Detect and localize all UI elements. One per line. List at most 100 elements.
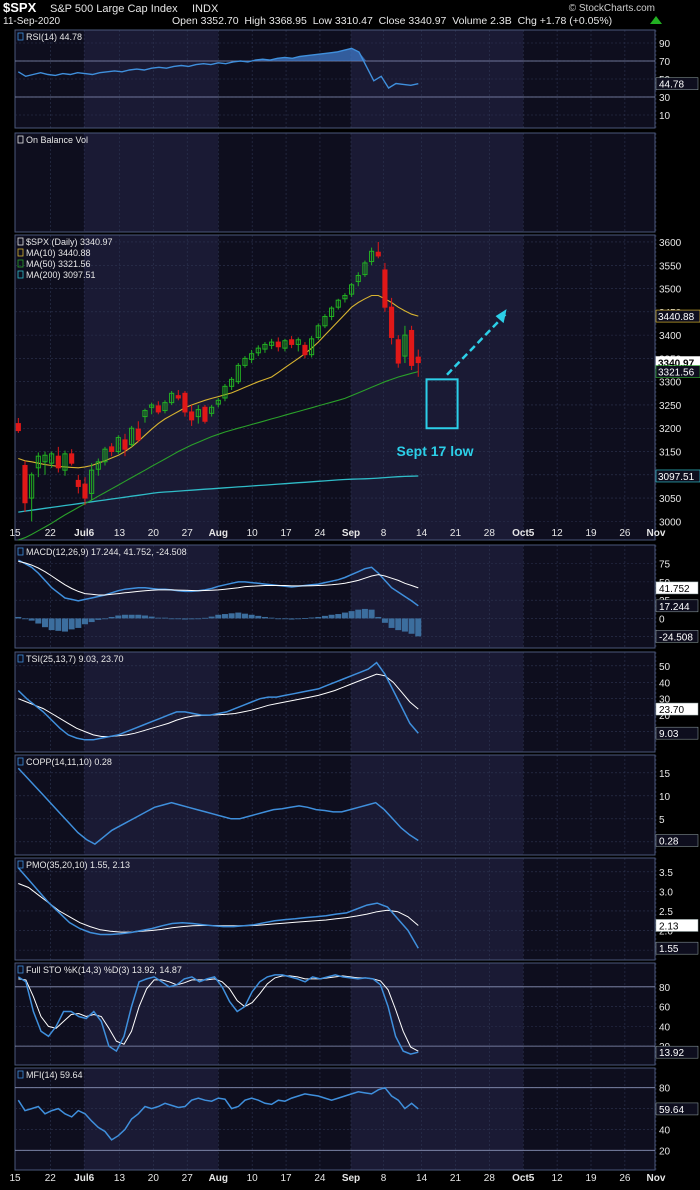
price-xtick-label: 22 [45, 528, 57, 539]
macd-histogram-bar [108, 616, 115, 619]
candle-body [289, 339, 295, 345]
price-right-label: 3321.56 [658, 368, 695, 379]
macd-histogram-bar [41, 618, 48, 628]
bottom-xtick-label: 17 [280, 1173, 292, 1184]
copp-ytick-label: 5 [659, 815, 665, 826]
macd-histogram-bar [281, 618, 288, 620]
sto-ytick-label: 80 [659, 983, 671, 994]
macd-histogram-bar [395, 618, 402, 631]
bottom-xtick-label: 8 [381, 1173, 387, 1184]
pmo-ytick-label: 3.0 [659, 887, 673, 898]
macd-histogram-bar [315, 616, 322, 619]
macd-histogram-bar [341, 612, 348, 619]
mfi-legend-entry: MFI(14) 59.64 [26, 1070, 83, 1080]
macd-histogram-bar [355, 609, 362, 619]
rsi-ytick-label: 30 [659, 93, 671, 104]
macd-histogram-bar [255, 615, 262, 619]
header-symbol[interactable]: $SPX [3, 0, 37, 15]
bottom-xtick-label: 13 [114, 1173, 126, 1184]
price-ytick-label: 3050 [659, 494, 682, 505]
price-xtick-label: Jul6 [74, 528, 94, 539]
copp-ytick-label: 10 [659, 792, 671, 803]
price-ytick-label: 3250 [659, 401, 682, 412]
candle-body [395, 339, 401, 364]
bottom-xtick-label: Aug [209, 1173, 228, 1184]
rsi-last-value: 44.78 [659, 80, 684, 91]
candle-body [55, 455, 61, 469]
price-ytick-label: 3550 [659, 261, 682, 272]
price-xtick-label: 20 [148, 528, 160, 539]
macd-shade-band [351, 545, 524, 648]
mfi-panel: 80604020MFI(14) 59.6459.641522Jul6132027… [9, 1067, 699, 1184]
macd-histogram-bar [141, 615, 148, 619]
macd-histogram-bar [201, 617, 208, 619]
price-xtick-label: Sep [342, 528, 360, 539]
macd-panel: 7550250-25MACD(12,26,9) 17.244, 41.752, … [14, 544, 699, 649]
candle-body [22, 464, 28, 504]
macd-histogram-bar [288, 618, 295, 620]
macd-histogram-value: -24.508 [659, 632, 693, 643]
bottom-xtick-label: 15 [9, 1173, 21, 1184]
macd-histogram-bar [161, 617, 168, 619]
tsi-ytick-label: 50 [659, 662, 671, 673]
price-legend-entry: $SPX (Daily) 3340.97 [26, 237, 113, 247]
bottom-xtick-label: 19 [585, 1173, 597, 1184]
price-ytick-label: 3400 [659, 331, 682, 342]
price-xtick-label: 26 [619, 528, 631, 539]
candle-body [175, 395, 181, 399]
macd-ytick-label: 75 [659, 560, 671, 571]
copp-ytick-label: 15 [659, 769, 671, 780]
price-xtick-label: 19 [585, 528, 597, 539]
macd-histogram-bar [115, 615, 122, 619]
macd-histogram-bar [208, 616, 215, 619]
macd-shade-band [84, 545, 219, 648]
macd-histogram-bar [261, 616, 268, 619]
macd-value: 17.244 [659, 602, 690, 613]
bottom-xtick-label: 24 [314, 1173, 326, 1184]
mfi-ytick-label: 20 [659, 1146, 671, 1157]
sto-shade-band [351, 963, 524, 1065]
bottom-xtick-label: 10 [247, 1173, 259, 1184]
bottom-xtick-label: 14 [416, 1173, 428, 1184]
candle-body [275, 341, 281, 348]
candle-body [82, 483, 88, 499]
price-candle [395, 335, 401, 368]
price-legend-entry: MA(200) 3097.51 [26, 270, 96, 280]
sto-ytick-label: 40 [659, 1022, 671, 1033]
pmo-panel: 3.53.02.52.01.5PMO(35,20,10) 1.55, 2.132… [14, 857, 699, 961]
sto-panel: 80604020Full STO %K(14,3) %D(3) 13.92, 1… [14, 962, 699, 1066]
candle-body [109, 446, 115, 453]
macd-histogram-bar [175, 618, 182, 620]
bottom-xtick-label: Sep [342, 1173, 360, 1184]
price-xtick-label: 13 [114, 528, 126, 539]
macd-ytick-label: 0 [659, 614, 665, 625]
mfi-value: 59.64 [659, 1105, 684, 1116]
candle-body [302, 344, 308, 356]
bottom-xtick-label: 12 [552, 1173, 564, 1184]
macd-histogram-bar [28, 618, 35, 621]
macd-histogram-bar [48, 618, 55, 631]
obv-legend-entry: On Balance Vol [26, 135, 88, 145]
price-ytick-label: 3300 [659, 378, 682, 389]
stock-chart: $SPX S&P 500 Large Cap Index INDX 11-Sep… [0, 0, 700, 1185]
pmo-legend-entry: PMO(35,20,10) 1.55, 2.13 [26, 860, 130, 870]
price-candle [409, 325, 415, 371]
candle-body [182, 392, 188, 413]
price-ytick-label: 3600 [659, 238, 682, 249]
candle-body [389, 306, 395, 338]
pmo-ytick-label: 3.5 [659, 868, 673, 879]
macd-histogram-bar [235, 612, 242, 619]
copp-shade-band [84, 755, 219, 855]
price-candle [202, 404, 208, 424]
copp-shade-band [351, 755, 524, 855]
candle-body [15, 423, 21, 432]
price-xtick-label: 10 [247, 528, 259, 539]
macd-histogram-bar [168, 618, 175, 620]
price-xtick-label: 12 [552, 528, 564, 539]
macd-histogram-bar [215, 614, 222, 619]
candle-body [155, 405, 161, 413]
bottom-xtick-label: Jul6 [74, 1173, 94, 1184]
copp-legend-entry: COPP(14,11,10) 0.28 [26, 757, 112, 767]
rsi-ytick-label: 10 [659, 111, 671, 122]
mfi-shade-band [84, 1068, 219, 1170]
